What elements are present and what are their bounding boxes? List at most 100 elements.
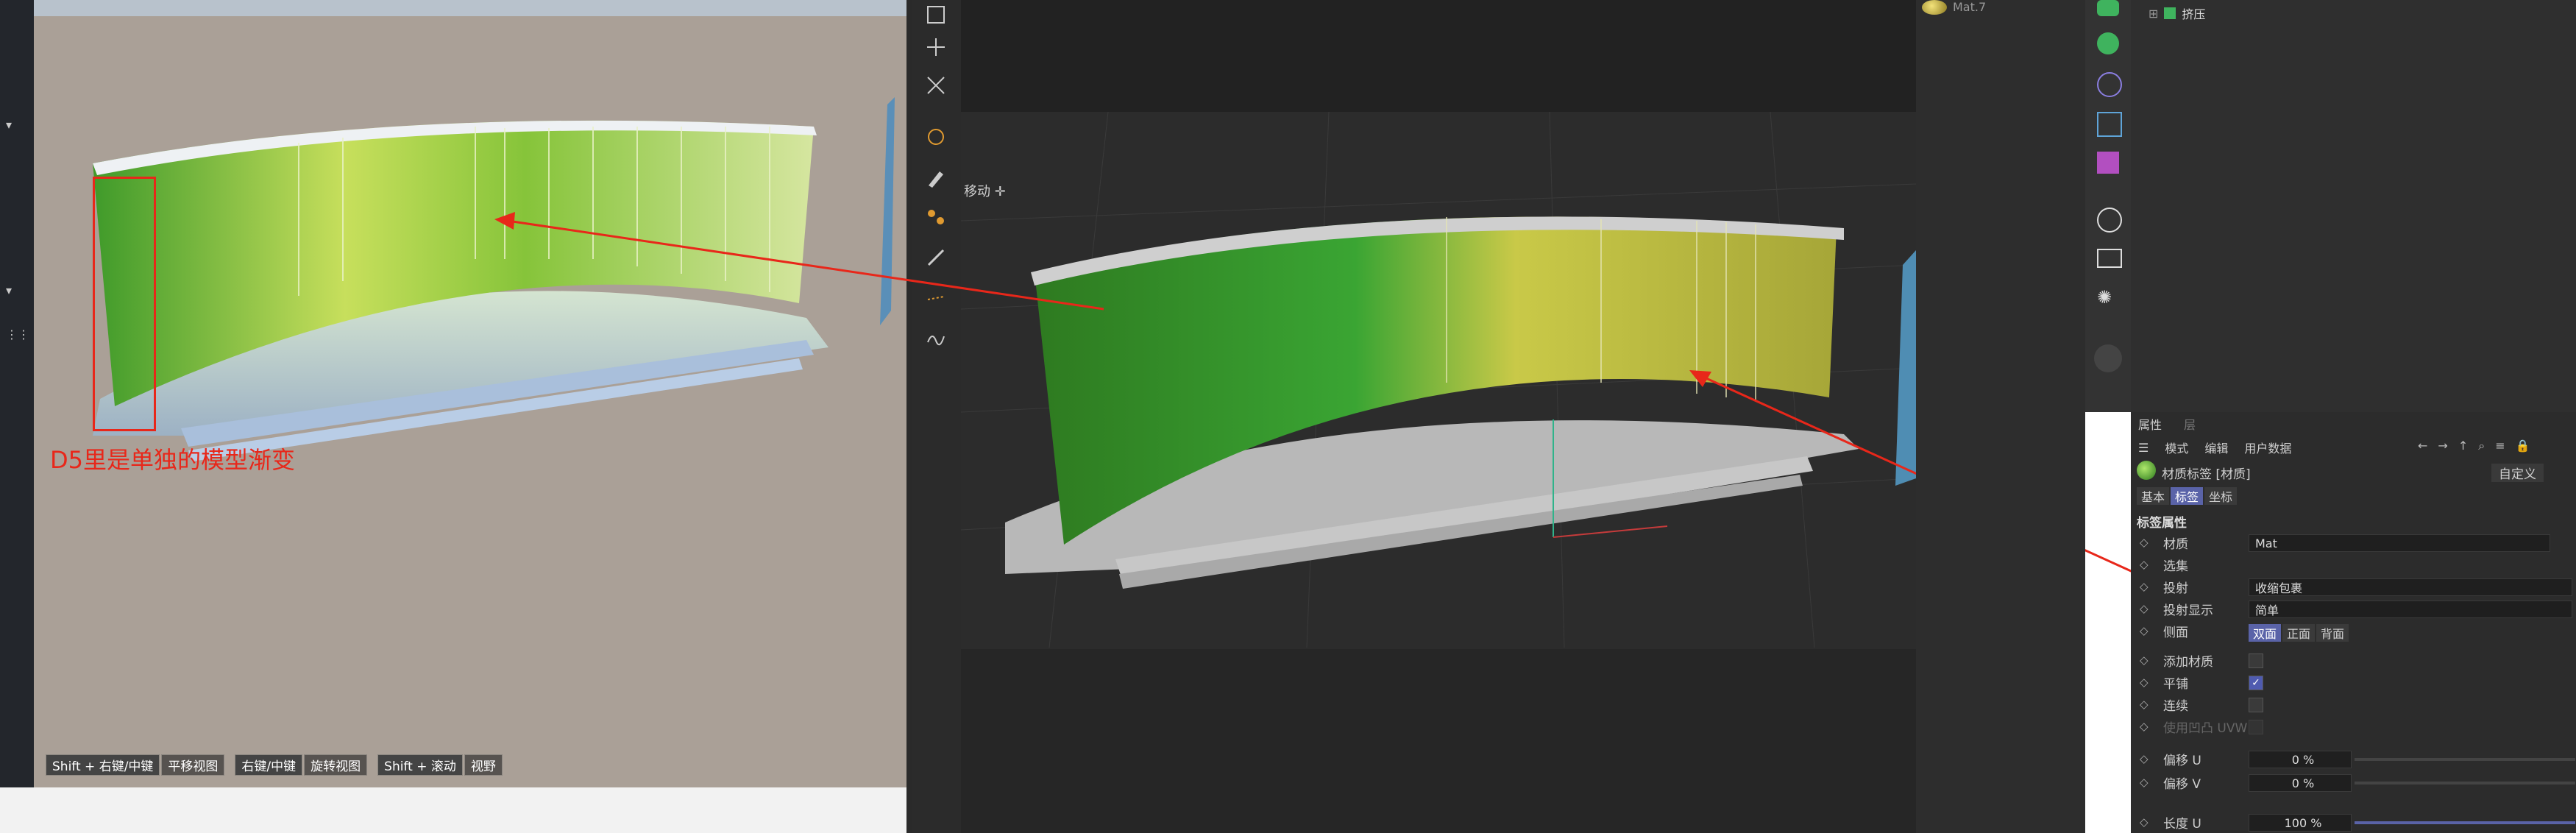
object-palette: ✺ — [2085, 0, 2131, 412]
subtab-basic[interactable]: 基本 — [2137, 487, 2170, 505]
material-field[interactable]: Mat — [2249, 534, 2550, 552]
cube-icon[interactable] — [2097, 0, 2119, 16]
keyframe-icon[interactable]: ◇ — [2140, 815, 2150, 829]
move-icon[interactable] — [921, 32, 951, 62]
pen-icon[interactable] — [921, 163, 951, 193]
projection-display-dropdown[interactable]: 简单 — [2249, 601, 2572, 618]
length-u-slider[interactable] — [2355, 821, 2575, 824]
filter-icon[interactable]: ≡ — [2495, 439, 2505, 453]
grid-icon[interactable]: ⋮⋮ — [6, 327, 29, 341]
hint-action-3: 视野 — [464, 754, 503, 776]
offset-v-label: 偏移 V — [2163, 776, 2201, 792]
tab-attributes[interactable]: 属性 — [2138, 415, 2162, 433]
side-label: 侧面 — [2163, 625, 2188, 640]
offset-u-field[interactable]: 0 % — [2249, 751, 2352, 768]
subtab-coords[interactable]: 坐标 — [2204, 487, 2238, 505]
keyframe-icon[interactable]: ◇ — [2140, 776, 2150, 789]
expand-icon[interactable]: ⊞ — [2149, 7, 2158, 21]
keyframe-icon[interactable]: ◇ — [2140, 558, 2150, 571]
side-front[interactable]: 正面 — [2282, 624, 2316, 642]
lock-icon[interactable]: 🔒 — [2516, 439, 2530, 453]
mograph-icon[interactable] — [2097, 152, 2119, 174]
side-back[interactable]: 背面 — [2316, 624, 2349, 642]
highlight-box — [93, 177, 156, 431]
collapse-icon[interactable]: ▾ — [6, 118, 12, 132]
keyframe-icon[interactable]: ◇ — [2140, 752, 2150, 765]
knife-icon[interactable] — [921, 280, 951, 309]
object-manager: ⊞ 挤压 — [2131, 0, 2576, 412]
material-name[interactable]: Mat.7 — [1953, 0, 1986, 14]
side-double[interactable]: 双面 — [2249, 624, 2282, 642]
keyframe-icon[interactable]: ◇ — [2140, 580, 2150, 593]
keyframe-icon[interactable]: ◇ — [2140, 676, 2150, 689]
preset-dropdown[interactable]: 自定义 — [2491, 464, 2544, 482]
scale-icon[interactable] — [921, 71, 951, 100]
material-thumbnail[interactable] — [1922, 0, 1947, 15]
desktop-background — [0, 787, 912, 833]
search-icon[interactable]: ⌕ — [2478, 439, 2485, 453]
forward-icon[interactable]: → — [2438, 439, 2447, 453]
add-material-label: 添加材质 — [2163, 654, 2213, 670]
navigation-hints: Shift + 右键/中键 平移视图 右键/中键 旋转视图 Shift + 滚动… — [46, 754, 504, 776]
sketch-icon[interactable] — [921, 324, 951, 353]
window-divider — [906, 0, 912, 833]
offset-u-slider[interactable] — [2355, 758, 2575, 761]
material-tag-icon — [2137, 461, 2156, 480]
attr-title: 材质标签 [材质] — [2162, 467, 2251, 482]
seamless-label: 连续 — [2163, 698, 2188, 714]
d5-sky — [34, 0, 912, 16]
viewport-mode-label: 移动 ✛ — [964, 181, 1006, 200]
viewport-scene — [960, 0, 1917, 649]
add-material-checkbox[interactable] — [2249, 653, 2263, 668]
back-icon[interactable]: ← — [2418, 439, 2427, 453]
up-icon[interactable]: ↑ — [2458, 439, 2468, 453]
tab-layers[interactable]: 层 — [2184, 415, 2196, 433]
keyframe-icon[interactable]: ◇ — [2140, 653, 2150, 667]
hint-key-2: 右键/中键 — [235, 754, 303, 776]
subtab-tag[interactable]: 标签 — [2171, 487, 2204, 505]
hint-action-2: 旋转视图 — [304, 754, 368, 776]
offset-v-slider[interactable] — [2355, 782, 2575, 784]
keyframe-icon[interactable]: ◇ — [2140, 536, 2150, 549]
d5-viewport[interactable]: D5里是单独的模型渐变 ▾ ▾ ⋮⋮ Shift + 右键/中键 平移视图 右键… — [0, 0, 912, 787]
extrude-object-icon — [2164, 7, 2176, 19]
rotate-icon[interactable] — [921, 122, 951, 152]
object-mode-icon[interactable] — [921, 0, 951, 29]
camera-icon[interactable] — [2097, 249, 2122, 268]
menu-userdata[interactable]: 用户数据 — [2244, 439, 2291, 456]
move-crosshair-icon: ✛ — [994, 184, 1006, 199]
menu-mode[interactable]: 模式 — [2165, 439, 2188, 456]
tile-checkbox[interactable]: ✓ — [2249, 676, 2263, 690]
c4d-viewport[interactable] — [960, 0, 1917, 833]
length-u-field[interactable]: 100 % — [2249, 814, 2352, 832]
hint-key-3: Shift + 滚动 — [377, 754, 463, 776]
seamless-checkbox[interactable] — [2249, 698, 2263, 712]
render-icon[interactable] — [2094, 344, 2122, 372]
tool-palette — [912, 0, 961, 833]
offset-u-label: 偏移 U — [2163, 753, 2201, 768]
keyframe-icon[interactable]: ◇ — [2140, 624, 2150, 637]
menu-icon[interactable]: ☰ — [2138, 441, 2149, 455]
material-manager: Mat.7 — [1916, 0, 2085, 833]
deformer-icon[interactable] — [2097, 72, 2122, 97]
move-label: 移动 — [964, 184, 990, 199]
projection-display-label: 投射显示 — [2163, 603, 2213, 618]
scene-icon[interactable] — [2097, 208, 2122, 233]
collapse-icon-2[interactable]: ▾ — [6, 283, 12, 297]
brush-icon[interactable] — [921, 243, 951, 272]
keyframe-icon: ◇ — [2140, 720, 2149, 733]
object-name[interactable]: 挤压 — [2182, 4, 2205, 22]
offset-v-field[interactable]: 0 % — [2249, 774, 2352, 792]
tile-label: 平铺 — [2163, 676, 2188, 692]
generator-icon[interactable] — [2097, 32, 2119, 54]
uvw-checkbox — [2249, 720, 2263, 734]
d5-render-model — [93, 97, 895, 461]
projection-dropdown[interactable]: 收缩包裹 — [2249, 578, 2572, 596]
keyframe-icon[interactable]: ◇ — [2140, 698, 2150, 711]
light-icon[interactable]: ✺ — [2097, 287, 2119, 309]
spline-icon[interactable] — [921, 202, 951, 232]
d5-side-toolbar: ▾ ▾ ⋮⋮ — [0, 0, 34, 787]
keyframe-icon[interactable]: ◇ — [2140, 602, 2150, 615]
menu-edit[interactable]: 编辑 — [2204, 439, 2228, 456]
field-icon[interactable] — [2097, 112, 2122, 137]
